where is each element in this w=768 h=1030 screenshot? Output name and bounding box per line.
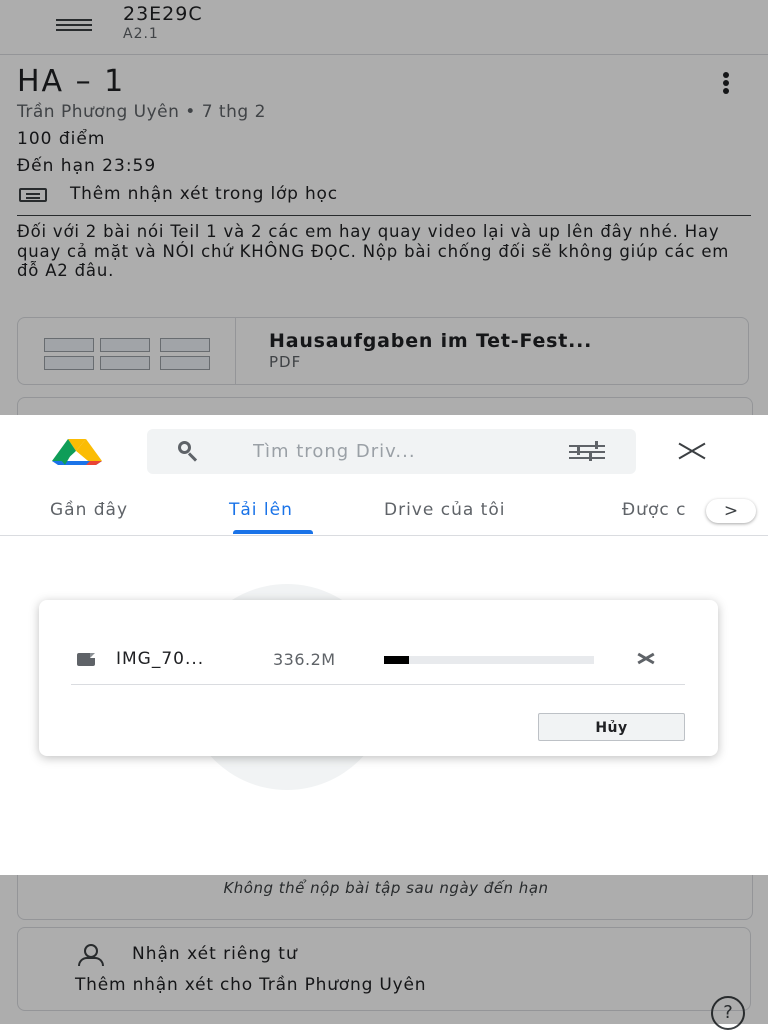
cancel-button[interactable]: Hủy [538, 713, 685, 741]
active-tab-indicator [233, 530, 313, 534]
google-drive-logo [52, 439, 102, 465]
tab-shared[interactable]: Được c [622, 500, 686, 520]
upload-progress-fill [384, 656, 410, 664]
cancel-upload-icon[interactable] [633, 648, 661, 668]
drive-search-bar[interactable] [147, 429, 636, 474]
tabs-next-button[interactable]: > [706, 499, 756, 523]
tab-upload[interactable]: Tải lên [229, 500, 293, 520]
tab-recent[interactable]: Gần đây [50, 500, 128, 520]
upload-file-name: IMG_70... [116, 649, 205, 669]
dialog-divider [71, 684, 685, 685]
close-icon[interactable] [675, 437, 711, 465]
tab-my-drive[interactable]: Drive của tôi [384, 500, 505, 520]
upload-file-size: 336.2M [273, 650, 336, 669]
file-icon [77, 653, 95, 666]
upload-progress-dialog: IMG_70... 336.2M Hủy [39, 600, 718, 756]
search-icon[interactable] [178, 441, 196, 459]
upload-progress-bar [384, 656, 594, 664]
drive-search-input[interactable] [253, 438, 553, 464]
filter-icon[interactable] [569, 441, 605, 463]
drive-tabs: Gần đây Tải lên Drive của tôi Được c [0, 494, 768, 536]
